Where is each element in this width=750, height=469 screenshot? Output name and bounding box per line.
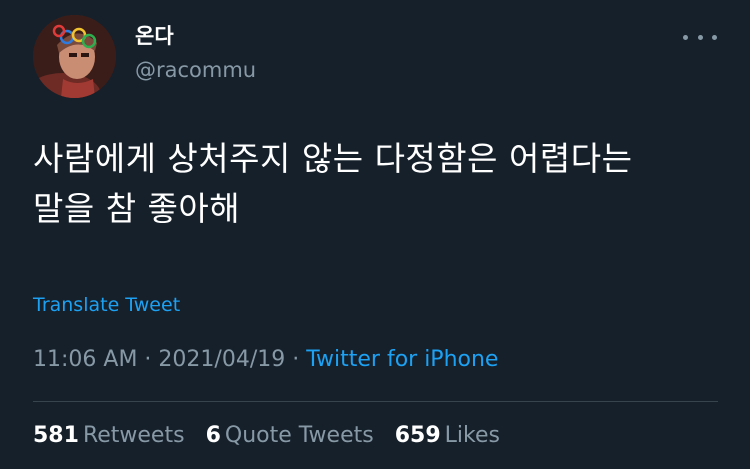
meta-separator: · bbox=[137, 347, 159, 372]
likes-label: Likes bbox=[444, 423, 500, 448]
retweets-count: 581 bbox=[33, 423, 79, 448]
tweet-card: 온다 @racommu 사람에게 상처주지 않는 다정함은 어렵다는 말을 참 … bbox=[0, 0, 750, 469]
more-horizontal-icon[interactable] bbox=[683, 28, 717, 46]
quote-tweets-label: Quote Tweets bbox=[224, 423, 374, 448]
display-name[interactable]: 온다 bbox=[135, 22, 174, 50]
retweets-stat[interactable]: 581 Retweets bbox=[33, 421, 185, 451]
retweets-label: Retweets bbox=[82, 423, 185, 448]
tweet-text: 사람에게 상처주지 않는 다정함은 어렵다는 말을 참 좋아해 bbox=[33, 134, 713, 234]
meta-separator: · bbox=[285, 347, 307, 372]
avatar-image bbox=[33, 15, 116, 98]
likes-stat[interactable]: 659 Likes bbox=[395, 421, 500, 451]
tweet-time[interactable]: 11:06 AM bbox=[33, 347, 137, 372]
dot-icon bbox=[683, 34, 688, 40]
tweet-text-line-1: 사람에게 상처주지 않는 다정함은 어렵다는 bbox=[33, 139, 633, 178]
quote-tweets-stat[interactable]: 6 Quote Tweets bbox=[206, 421, 374, 451]
tweet-source-link[interactable]: Twitter for iPhone bbox=[306, 347, 498, 372]
tweet-date[interactable]: 2021/04/19 bbox=[158, 347, 285, 372]
likes-count: 659 bbox=[394, 423, 441, 448]
dot-icon bbox=[697, 34, 703, 40]
user-handle[interactable]: @racommu bbox=[135, 56, 256, 84]
tweet-stats: 581 Retweets 6 Quote Tweets 659 Likes bbox=[33, 421, 514, 451]
avatar[interactable] bbox=[33, 15, 116, 98]
divider bbox=[33, 401, 718, 402]
dot-icon bbox=[712, 34, 717, 40]
tweet-metadata: 11:06 AM · 2021/04/19 · Twitter for iPho… bbox=[33, 345, 498, 375]
tweet-text-line-2: 말을 참 좋아해 bbox=[33, 189, 241, 228]
translate-tweet-link[interactable]: Translate Tweet bbox=[33, 292, 180, 318]
quote-tweets-count: 6 bbox=[205, 423, 221, 448]
